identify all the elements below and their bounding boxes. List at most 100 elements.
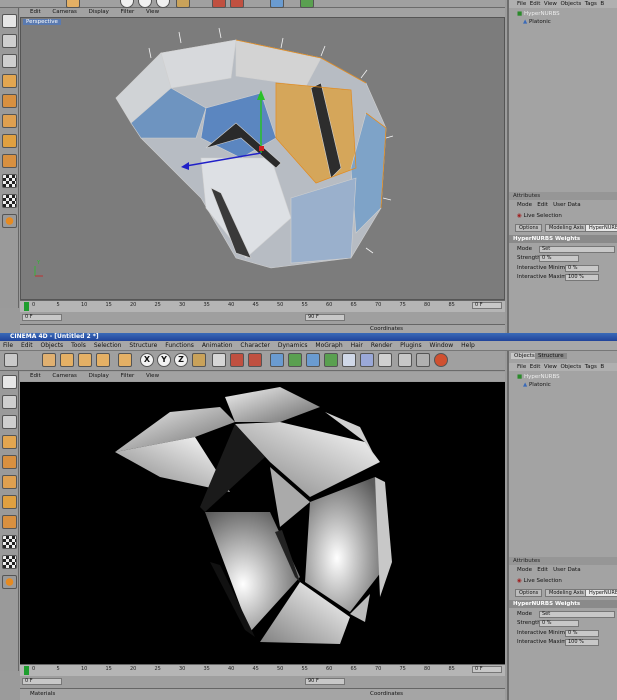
coord-system-icon[interactable]: [192, 353, 206, 367]
menu-item[interactable]: Plugins: [400, 341, 422, 351]
paint-icon[interactable]: [2, 575, 17, 589]
tab-hypernurbs[interactable]: HyperNURBS: [585, 589, 617, 597]
tab-hypernurbs[interactable]: HyperNURBS: [585, 224, 617, 232]
checker-icon[interactable]: [2, 555, 17, 569]
tool-icon[interactable]: [2, 134, 17, 148]
menu-item[interactable]: View: [146, 8, 159, 17]
menu-item[interactable]: Structure: [129, 341, 157, 351]
menu-item[interactable]: View: [544, 364, 557, 370]
menu-item[interactable]: Objects: [560, 1, 581, 7]
tool-button[interactable]: [156, 0, 170, 8]
object-row-hypernurbs[interactable]: ■ HyperNURBS: [509, 373, 617, 381]
menu-item[interactable]: Edit: [30, 372, 41, 381]
menu-item[interactable]: Window: [430, 341, 454, 351]
interactive-minimum-input[interactable]: 0 %: [565, 630, 599, 637]
menu-item[interactable]: Character: [240, 341, 270, 351]
tool-icon[interactable]: [2, 475, 17, 489]
object-button[interactable]: [300, 0, 314, 8]
nurbs-icon[interactable]: [288, 353, 302, 367]
tool-icon[interactable]: [2, 395, 17, 409]
menu-item[interactable]: Functions: [165, 341, 194, 351]
z-axis-lock[interactable]: Z: [174, 353, 188, 367]
scale-tool-icon[interactable]: [78, 353, 92, 367]
clapper-icon[interactable]: [212, 353, 226, 367]
strength-input[interactable]: 0 %: [539, 620, 579, 627]
menu-item[interactable]: Tools: [71, 341, 86, 351]
tool-icon[interactable]: [2, 14, 17, 28]
strength-input[interactable]: 0 %: [539, 255, 579, 262]
menu-item[interactable]: B: [600, 364, 604, 370]
tool-icon[interactable]: [2, 154, 17, 168]
tab-options[interactable]: Options: [515, 589, 543, 597]
tool-icon[interactable]: [2, 415, 17, 429]
cube-icon[interactable]: [270, 353, 284, 367]
tab-objects[interactable]: Objects: [511, 353, 538, 359]
menu-item[interactable]: Display: [89, 372, 109, 381]
live-select-icon[interactable]: [118, 353, 132, 367]
mode-select[interactable]: Set: [539, 246, 615, 253]
checker-icon[interactable]: [2, 194, 17, 208]
tool-button[interactable]: [66, 0, 80, 8]
menu-item[interactable]: Tags: [585, 364, 597, 370]
start-frame-field[interactable]: 0 F: [22, 678, 62, 685]
perspective-viewport[interactable]: Perspective Y: [20, 17, 505, 300]
menu-item[interactable]: View: [146, 372, 159, 381]
menu-item[interactable]: Edit: [537, 202, 548, 208]
undo-icon[interactable]: [4, 353, 18, 367]
menu-item[interactable]: Cameras: [52, 372, 76, 381]
menu-item[interactable]: Edit: [21, 341, 33, 351]
menu-item[interactable]: Mode: [517, 567, 532, 573]
tool-icon[interactable]: [2, 74, 17, 88]
menu-item[interactable]: Render: [371, 341, 392, 351]
menu-item[interactable]: Mode: [517, 202, 532, 208]
start-frame-field[interactable]: 0 F: [22, 314, 62, 321]
tool-icon[interactable]: [2, 495, 17, 509]
menu-item[interactable]: User Data: [553, 567, 580, 573]
render-button[interactable]: [212, 0, 226, 8]
layout-icon[interactable]: [416, 353, 430, 367]
menu-item[interactable]: User Data: [553, 202, 580, 208]
render-viewport[interactable]: [20, 382, 505, 664]
menu-item[interactable]: Edit: [537, 567, 548, 573]
deformer-icon[interactable]: [324, 353, 338, 367]
tool-button[interactable]: [120, 0, 134, 8]
render-button[interactable]: [230, 0, 244, 8]
tool-button[interactable]: [176, 0, 190, 8]
rotate-tool-icon[interactable]: [96, 353, 110, 367]
interactive-minimum-input[interactable]: 0 %: [565, 265, 599, 272]
end-frame-field[interactable]: 90 F: [305, 314, 345, 321]
menu-item[interactable]: View: [544, 1, 557, 7]
array-icon[interactable]: [306, 353, 320, 367]
particle-icon[interactable]: [342, 353, 356, 367]
layout-icon[interactable]: [398, 353, 412, 367]
tool-button[interactable]: [138, 0, 152, 8]
render-view-icon[interactable]: [230, 353, 244, 367]
tool-icon[interactable]: [2, 34, 17, 48]
menu-item[interactable]: Display: [89, 8, 109, 17]
interactive-maximum-input[interactable]: 100 %: [565, 639, 599, 646]
tab-structure[interactable]: Structure: [535, 353, 567, 359]
menu-item[interactable]: MoGraph: [315, 341, 342, 351]
object-row-platonic[interactable]: ▲ Platonic: [509, 18, 617, 26]
material-icon[interactable]: [434, 353, 448, 367]
menu-item[interactable]: Help: [461, 341, 475, 351]
tool-icon[interactable]: [2, 54, 17, 68]
timeline[interactable]: 051015202530354045505560657075808590: [20, 664, 505, 676]
menu-item[interactable]: Objects: [560, 364, 581, 370]
menu-item[interactable]: Edit: [30, 8, 41, 17]
select-tool-icon[interactable]: [42, 353, 56, 367]
menu-item[interactable]: Filter: [121, 8, 135, 17]
current-frame-field[interactable]: 0 F: [472, 666, 502, 673]
mode-select[interactable]: Set: [539, 611, 615, 618]
object-row-platonic[interactable]: ▲ Platonic: [509, 381, 617, 389]
y-axis-lock[interactable]: Y: [157, 353, 171, 367]
tab-options[interactable]: Options: [515, 224, 543, 232]
menu-item[interactable]: B: [600, 1, 604, 7]
light-icon[interactable]: [378, 353, 392, 367]
object-row-hypernurbs[interactable]: ■ HyperNURBS: [509, 10, 617, 18]
menu-item[interactable]: Animation: [202, 341, 233, 351]
tab-modeling-axis[interactable]: Modeling Axis: [545, 589, 588, 597]
end-frame-field[interactable]: 90 F: [305, 678, 345, 685]
menu-item[interactable]: Filter: [121, 372, 135, 381]
menu-item[interactable]: Hair: [351, 341, 363, 351]
